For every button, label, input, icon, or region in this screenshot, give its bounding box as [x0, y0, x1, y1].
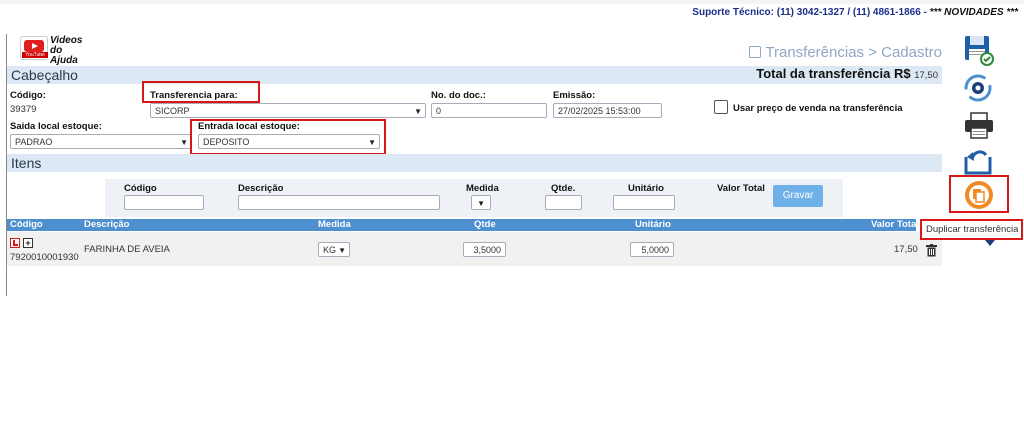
col-descricao: Descrição	[84, 219, 130, 230]
row-codigo: 7920010001930	[10, 252, 79, 263]
entrada-value: DEPOSITO	[203, 137, 250, 147]
chevron-down-icon: ▼	[414, 107, 422, 116]
breadcrumb-text: Transferências > Cadastro	[765, 44, 942, 61]
usar-preco-label: Usar preço de venda na transferência	[733, 103, 903, 114]
entrada-label: Entrada local estoque:	[198, 121, 300, 132]
expand-icon[interactable]: +	[23, 238, 33, 248]
col-medida: Medida	[318, 219, 351, 230]
transfer-total: Total da transferência R$ 17,50	[756, 66, 938, 81]
transferencia-para-value: SICORP	[155, 106, 190, 116]
support-line: Suporte Técnico: (11) 3042-1327 / (11) 4…	[692, 7, 1018, 18]
row-unitario-input[interactable]: 5,0000	[630, 242, 674, 257]
codigo-value: 39379	[10, 104, 37, 115]
chevron-down-icon: ▼	[180, 138, 188, 147]
printer-icon[interactable]	[962, 110, 996, 142]
filter-medida-select[interactable]: ▼	[471, 195, 491, 210]
chevron-down-icon: ▼	[368, 138, 376, 147]
chevron-down-icon: ▼	[477, 199, 485, 208]
youtube-icon: YouTube	[20, 36, 48, 60]
novidades-link[interactable]: *** NOVIDADES ***	[930, 7, 1018, 18]
col-codigo: Código	[10, 219, 43, 230]
filter-unitario-label: Unitário	[628, 183, 664, 194]
help-line2: do Ajuda	[50, 45, 78, 66]
gravar-button[interactable]: Gravar	[773, 185, 823, 207]
filter-qtde-input[interactable]	[545, 195, 582, 210]
save-icon[interactable]	[962, 34, 996, 66]
row-medida-select[interactable]: KG ▼	[318, 242, 350, 257]
row-descricao: FARINHA DE AVEIA	[84, 244, 170, 255]
total-label: Total da transferência R$	[756, 66, 911, 81]
header-section-title: Cabeçalho	[11, 67, 78, 83]
codigo-label: Código:	[10, 90, 46, 101]
emissao-input[interactable]: 27/02/2025 15:53:00	[553, 103, 662, 118]
trash-icon[interactable]	[926, 244, 937, 257]
col-unitario: Unitário	[635, 219, 671, 230]
settings-icon[interactable]	[962, 73, 996, 105]
filter-qtde-label: Qtde.	[551, 183, 576, 194]
saida-label: Saida local estoque:	[10, 121, 102, 132]
row-valor-total: 17,50	[894, 244, 918, 255]
emissao-label: Emissão:	[553, 90, 596, 101]
top-strip	[0, 0, 1024, 4]
usar-preco-checkbox[interactable]	[714, 100, 728, 114]
filter-descricao-label: Descrição	[238, 183, 284, 194]
transferencia-para-select[interactable]: SICORP ▼	[150, 103, 426, 118]
return-icon[interactable]	[962, 145, 996, 177]
transferencia-para-label: Transferencia para:	[150, 90, 238, 101]
item-flag-icon[interactable]	[10, 238, 20, 248]
row-qtde-input[interactable]: 3,5000	[463, 242, 506, 257]
itens-section-title: Itens	[11, 155, 42, 171]
youtube-caption: YouTube	[22, 52, 48, 58]
tooltip-pointer	[985, 240, 995, 246]
filter-unitario-input[interactable]	[613, 195, 675, 210]
entrada-select[interactable]: DEPOSITO ▼	[198, 134, 380, 149]
no-doc-label: No. do doc.:	[431, 90, 486, 101]
duplicate-icon[interactable]	[963, 180, 997, 212]
breadcrumb: Transferências > Cadastro	[749, 44, 942, 61]
no-doc-input[interactable]: 0	[431, 103, 547, 118]
filter-codigo-input[interactable]	[124, 195, 204, 210]
filter-medida-label: Medida	[466, 183, 499, 194]
duplicate-tooltip: Duplicar transferência	[920, 219, 1023, 240]
edit-icon	[749, 46, 762, 58]
help-videos-label: Videos do Ajuda	[50, 36, 84, 66]
saida-select[interactable]: PADRAO ▼	[10, 134, 192, 149]
col-qtde: Qtde	[474, 219, 496, 230]
row-medida: KG	[323, 245, 337, 255]
items-table-header	[7, 219, 916, 231]
total-value: 17,50	[914, 70, 938, 81]
support-text: Suporte Técnico: (11) 3042-1327 / (11) 4…	[692, 7, 930, 18]
filter-valor-total-label: Valor Total	[717, 183, 765, 194]
itens-section-bar: Itens	[7, 154, 942, 172]
saida-value: PADRAO	[15, 137, 53, 147]
filter-descricao-input[interactable]	[238, 195, 440, 210]
col-valor-total: Valor Total	[871, 219, 919, 230]
chevron-down-icon: ▼	[338, 246, 346, 255]
help-videos-link[interactable]: YouTube Videos do Ajuda	[20, 36, 84, 66]
filter-codigo-label: Código	[124, 183, 157, 194]
